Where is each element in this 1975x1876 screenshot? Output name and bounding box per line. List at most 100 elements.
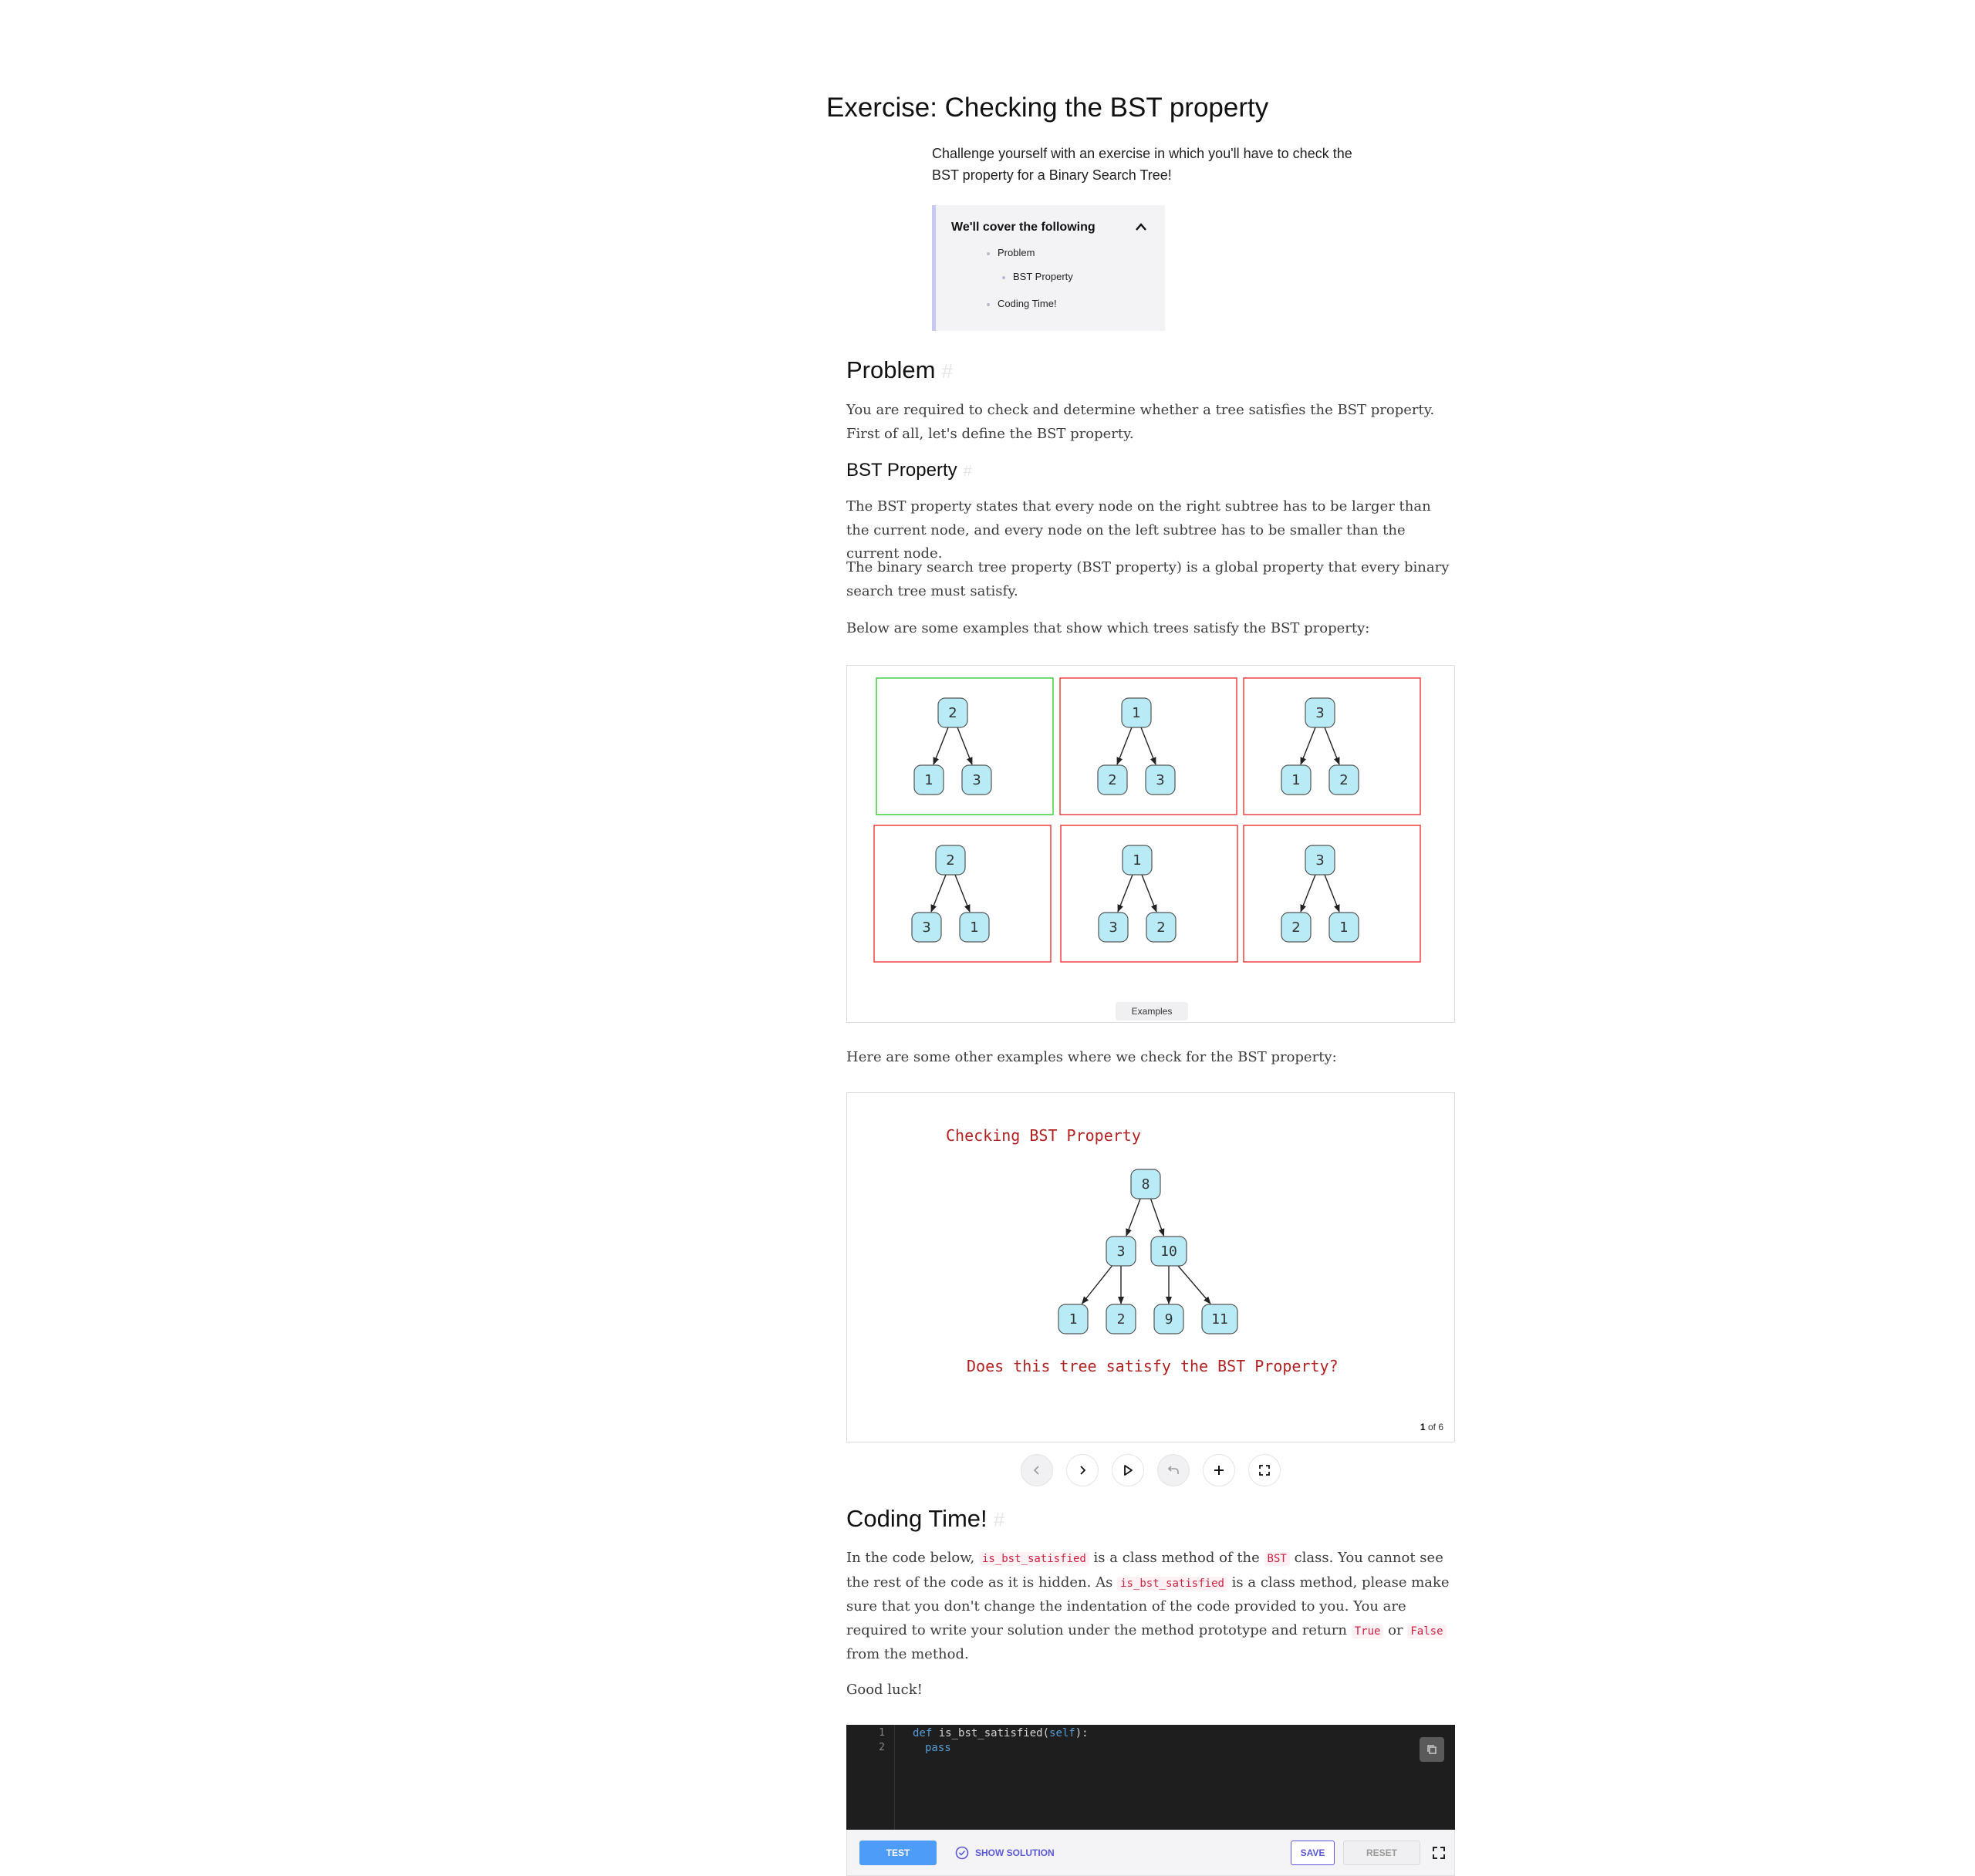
node-label: 2 (1291, 919, 1300, 936)
figure-caption: Examples (1116, 1002, 1188, 1021)
node-label: 1 (970, 919, 978, 936)
toc-item-bst-property[interactable]: BST Property (1013, 271, 1073, 282)
chevron-left-icon (1033, 1466, 1039, 1475)
node-label: 3 (972, 772, 981, 788)
code-line[interactable]: pass (925, 1742, 951, 1754)
save-button[interactable]: SAVE (1291, 1841, 1335, 1865)
reset-button[interactable]: RESET (1343, 1841, 1420, 1865)
node-label: 1 (1133, 852, 1141, 869)
code-editor[interactable]: 1 2 def is_bst_satisfied(self): pass (846, 1725, 1455, 1830)
tree-edge (1140, 727, 1156, 765)
anchor-link[interactable]: # (941, 359, 953, 383)
chevron-right-icon (1080, 1466, 1086, 1475)
node-label: 9 (1165, 1311, 1173, 1328)
node-label: 3 (1117, 1243, 1126, 1260)
tree-edge (1150, 1198, 1165, 1237)
examples-diagram: 2 1 3 1 2 3 3 1 2 2 3 1 1 3 2 3 2 1 (873, 677, 1421, 963)
tree-edge (1116, 727, 1133, 765)
good-luck-text: Good luck! (846, 1682, 923, 1698)
tree-edge (954, 874, 971, 913)
inline-code: is_bst_satisfied (1117, 1576, 1227, 1591)
tree-edge (1324, 874, 1340, 913)
bst-property-paragraph-3: Below are some examples that show which … (846, 620, 1370, 636)
play-icon (1124, 1465, 1133, 1476)
show-solution-button[interactable]: SHOW SOLUTION (955, 1841, 1055, 1865)
page-title: Exercise: Checking the BST property (826, 93, 1269, 123)
tree-edge (930, 874, 947, 913)
editor-toolbar: TEST SHOW SOLUTION SAVE RESET (846, 1830, 1455, 1876)
bst-property-paragraph-1: The BST property states that every node … (846, 498, 1431, 562)
tree-edge (957, 727, 973, 765)
fullscreen-icon (1259, 1465, 1270, 1476)
plus-icon (1214, 1466, 1224, 1475)
toc-bullet (987, 303, 990, 306)
intro-text: Challenge yourself with an exercise in w… (932, 146, 1352, 183)
line-number: 1 (879, 1727, 885, 1739)
tree-edge (1177, 1265, 1211, 1304)
toc-bullet (1002, 276, 1005, 279)
toc-heading: We'll cover the following (951, 221, 1096, 234)
code-line[interactable]: def is_bst_satisfied(self): (913, 1727, 1089, 1739)
slides-figure: Checking BST Property 8 3 10 1 2 9 11 Does this … (846, 1092, 1455, 1442)
node-label: 8 (1142, 1176, 1150, 1193)
node-label: 1 (1069, 1311, 1078, 1328)
node-label: 1 (1132, 705, 1140, 721)
slide-title: Checking BST Property (946, 1126, 1141, 1145)
slide-counter: 1 of 6 (1420, 1422, 1443, 1432)
problem-heading: Problem # (846, 356, 954, 383)
copy-code-button[interactable] (1420, 1737, 1444, 1762)
check-circle-icon (955, 1846, 969, 1860)
problem-paragraph: You are required to check and determine … (846, 402, 1435, 442)
play-button[interactable] (1112, 1454, 1144, 1486)
anchor-link[interactable]: # (964, 463, 972, 480)
inline-code: True (1351, 1624, 1384, 1638)
previous-slide-button[interactable] (1021, 1454, 1053, 1486)
tree-edge (1300, 874, 1316, 913)
tree-edge (1324, 727, 1340, 765)
inline-code: is_bst_satisfied (978, 1552, 1089, 1566)
node-label: 3 (1109, 919, 1117, 936)
tree-edge (1141, 874, 1157, 913)
chevron-up-icon[interactable] (1134, 222, 1148, 231)
add-button[interactable] (1203, 1454, 1235, 1486)
fullscreen-icon[interactable] (1430, 1844, 1447, 1861)
toc-bullet (987, 252, 990, 255)
undo-icon (1167, 1466, 1179, 1474)
toc-item-problem[interactable]: Problem (998, 247, 1035, 258)
node-label: 2 (946, 852, 954, 869)
node-label: 3 (1156, 772, 1164, 788)
node-label: 1 (1339, 919, 1348, 936)
coding-time-paragraph: In the code below, is_bst_satisfied is a… (846, 1550, 1450, 1662)
node-label: 1 (924, 772, 933, 788)
tree-edge (1117, 874, 1133, 913)
line-number: 2 (879, 1742, 885, 1753)
tree-edge (1300, 727, 1316, 765)
examples-figure: 2 1 3 1 2 3 3 1 2 2 3 1 1 3 2 3 2 1 Examples (846, 665, 1455, 1023)
node-label: 2 (1117, 1311, 1126, 1328)
node-label: 2 (948, 705, 957, 721)
test-button[interactable]: TEST (859, 1841, 937, 1865)
fullscreen-button[interactable] (1248, 1454, 1281, 1486)
other-examples-text: Here are some other examples where we ch… (846, 1049, 1337, 1065)
table-of-contents: We'll cover the following Problem BST Pr… (932, 205, 1165, 331)
node-label: 3 (1315, 705, 1324, 721)
tree-edge (933, 727, 949, 765)
tree-edge (1126, 1198, 1141, 1237)
node-label: 10 (1160, 1243, 1177, 1260)
coding-time-heading: Coding Time! # (846, 1505, 1005, 1532)
node-label: 2 (1156, 919, 1165, 936)
node-label: 11 (1211, 1311, 1228, 1328)
anchor-link[interactable]: # (994, 1508, 1005, 1531)
slide-question: Does this tree satisfy the BST Property? (967, 1357, 1339, 1375)
next-slide-button[interactable] (1066, 1454, 1099, 1486)
node-label: 3 (922, 919, 930, 936)
copy-icon (1427, 1745, 1437, 1754)
inline-code: False (1407, 1624, 1447, 1638)
bst-property-heading: BST Property # (846, 460, 972, 481)
tree-edge (1081, 1265, 1113, 1304)
undo-button[interactable] (1157, 1454, 1190, 1486)
inline-code: BST (1264, 1552, 1290, 1566)
toc-item-coding-time[interactable]: Coding Time! (998, 298, 1057, 309)
slide-canvas: Checking BST Property 8 3 10 1 2 9 11 Does this … (946, 1126, 1339, 1375)
bst-property-paragraph-2: The binary search tree property (BST pro… (846, 559, 1450, 599)
